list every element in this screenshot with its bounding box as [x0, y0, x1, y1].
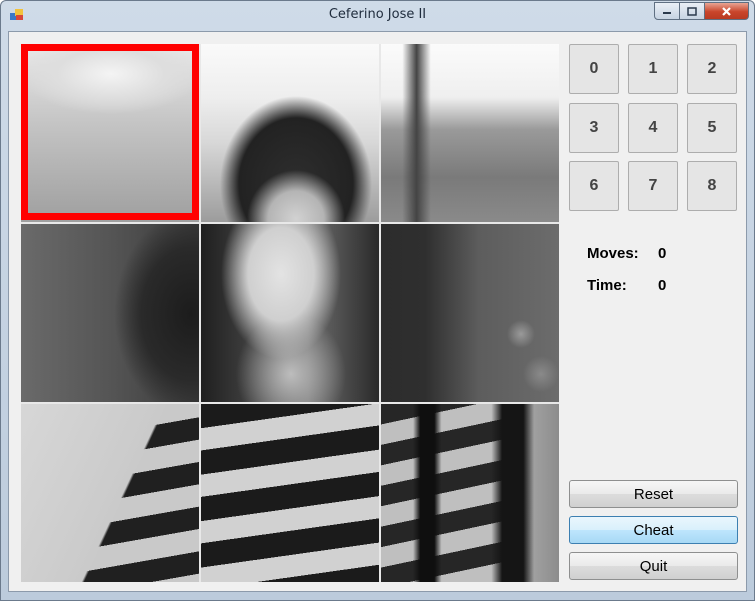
puzzle-tile[interactable] [381, 224, 559, 402]
time-value: 0 [658, 277, 667, 294]
moves-label: Moves: [587, 245, 639, 262]
moves-value: 0 [658, 245, 667, 262]
close-button[interactable] [705, 2, 749, 20]
quit-button[interactable]: Quit [569, 552, 738, 580]
number-button-5[interactable]: 5 [687, 103, 737, 153]
minimize-button[interactable] [654, 2, 680, 20]
puzzle-tile[interactable] [381, 404, 559, 582]
reset-button[interactable]: Reset [569, 480, 738, 508]
grid-line [21, 402, 559, 404]
maximize-button[interactable] [680, 2, 705, 20]
maximize-icon [687, 6, 697, 16]
number-button-1[interactable]: 1 [628, 44, 678, 94]
number-button-8[interactable]: 8 [687, 161, 737, 211]
title-bar: Ceferino Jose II [1, 1, 754, 31]
grid-line [379, 44, 381, 582]
puzzle-tile[interactable] [21, 404, 199, 582]
number-button-7[interactable]: 7 [628, 161, 678, 211]
number-button-6[interactable]: 6 [569, 161, 619, 211]
minimize-icon [663, 12, 671, 14]
puzzle-tile[interactable] [201, 224, 379, 402]
puzzle-tile[interactable] [21, 224, 199, 402]
number-button-2[interactable]: 2 [687, 44, 737, 94]
number-button-3[interactable]: 3 [569, 103, 619, 153]
grid-line [199, 44, 201, 582]
puzzle-tile[interactable] [201, 44, 379, 222]
grid-line [21, 222, 559, 224]
puzzle-tile[interactable] [381, 44, 559, 222]
number-button-0[interactable]: 0 [569, 44, 619, 94]
time-label: Time: [587, 277, 627, 294]
selected-tile-highlight [21, 44, 199, 220]
close-icon [722, 6, 731, 16]
number-button-4[interactable]: 4 [628, 103, 678, 153]
caption-buttons [654, 2, 749, 20]
puzzle-tile[interactable] [201, 404, 379, 582]
app-window: Ceferino Jose II 0 1 2 3 4 5 6 7 8 Moves… [0, 0, 755, 601]
cheat-button[interactable]: Cheat [569, 516, 738, 544]
window-title: Ceferino Jose II [328, 7, 427, 22]
client-area: 0 1 2 3 4 5 6 7 8 Moves: 0 Time: 0 Reset… [8, 31, 747, 592]
puzzle-board [21, 44, 559, 582]
